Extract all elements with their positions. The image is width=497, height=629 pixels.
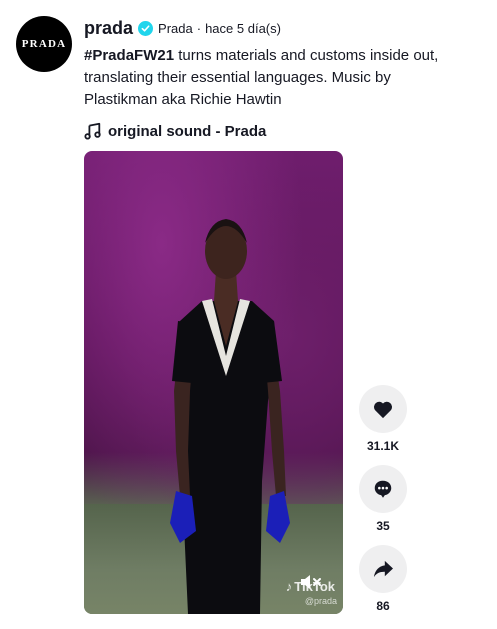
share-button[interactable] [359, 545, 407, 593]
verified-badge-icon [138, 20, 154, 36]
avatar-logo-text: PRADA [21, 38, 67, 50]
music-title: original sound - Prada [108, 122, 267, 140]
music-note-icon [84, 122, 101, 140]
share-arrow-icon [373, 560, 393, 578]
post-time: hace 5 día(s) [205, 20, 281, 36]
user-row: prada Prada · hace 5 día(s) [84, 16, 477, 40]
comment-icon [374, 480, 392, 498]
post-meta: Prada · hace 5 día(s) [158, 21, 281, 36]
hashtag-link[interactable]: #PradaFW21 [84, 47, 174, 64]
post-caption: #PradaFW21 turns materials and customs i… [84, 45, 464, 111]
avatar[interactable]: PRADA [16, 16, 72, 72]
share-action: 86 [359, 545, 407, 613]
nickname: Prada [158, 20, 193, 36]
like-button[interactable] [359, 385, 407, 433]
music-link[interactable]: original sound - Prada [84, 121, 477, 141]
like-action: 31.1K [359, 385, 407, 453]
comment-action: 35 [359, 465, 407, 533]
video-frame-model [170, 219, 290, 614]
username-link[interactable]: prada [84, 18, 133, 39]
like-count: 31.1K [366, 439, 400, 453]
post-header: prada Prada · hace 5 día(s) #PradaFW21 tur… [84, 16, 477, 141]
tiktok-watermark: ♪ TikTok [286, 579, 335, 594]
watermark-username: @prada [304, 596, 337, 606]
heart-icon [373, 401, 393, 419]
share-count: 86 [376, 599, 390, 613]
comment-count: 35 [376, 519, 390, 533]
watermark-text: TikTok [294, 579, 335, 594]
video-player[interactable]: ♪ TikTok @prada [84, 151, 343, 614]
comment-button[interactable] [359, 465, 407, 513]
action-bar: 31.1K 35 86 [359, 385, 407, 625]
meta-separator: · [196, 20, 202, 36]
tiktok-logo-icon: ♪ [285, 579, 293, 594]
